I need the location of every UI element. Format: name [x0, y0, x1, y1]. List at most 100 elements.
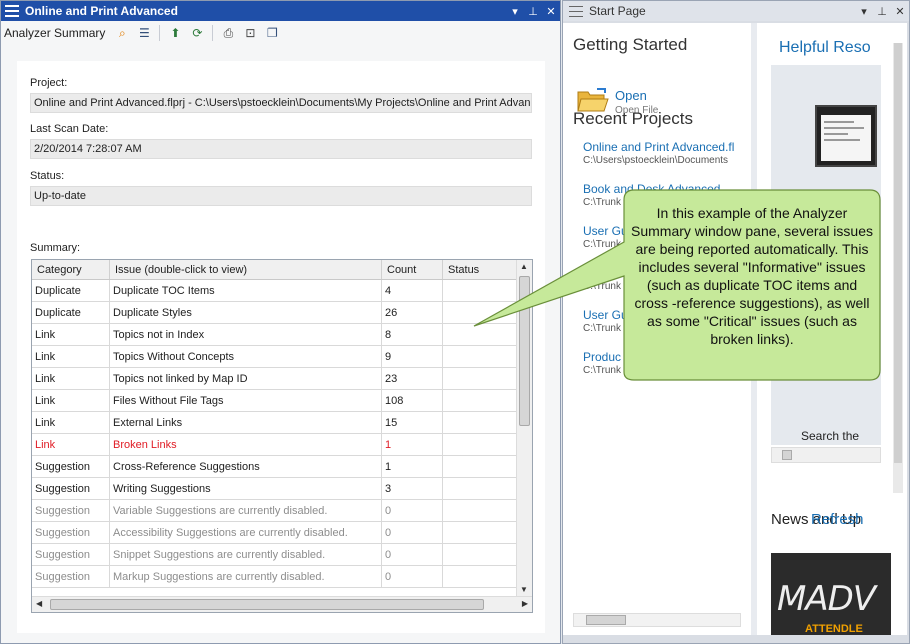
- scroll-left-icon[interactable]: ◀: [36, 599, 42, 608]
- dropdown-icon[interactable]: ▾: [855, 5, 873, 18]
- cell-issue: Topics not linked by Map ID: [110, 368, 382, 389]
- close-icon[interactable]: ✕: [542, 5, 560, 18]
- dropdown-icon[interactable]: ▾: [506, 5, 524, 18]
- cell-status: [443, 478, 517, 499]
- table-row[interactable]: Duplicate Duplicate TOC Items 4: [32, 280, 532, 302]
- cell-category: Link: [32, 324, 110, 345]
- column-header-category[interactable]: Category: [32, 260, 110, 279]
- table-row[interactable]: Suggestion Markup Suggestions are current…: [32, 566, 532, 588]
- scroll-thumb[interactable]: [50, 599, 484, 610]
- table-row[interactable]: Suggestion Accessibility Suggestions are …: [32, 522, 532, 544]
- analyzer-titlebar[interactable]: Online and Print Advanced ▾ ⊥ ✕: [1, 1, 560, 21]
- cell-issue: Variable Suggestions are currently disab…: [110, 500, 382, 521]
- cell-count: 9: [382, 346, 443, 367]
- search-icon[interactable]: ⌕: [113, 24, 131, 42]
- grid-horizontal-scrollbar[interactable]: ◀ ▶: [32, 596, 532, 612]
- project-field[interactable]: Online and Print Advanced.flprj - C:\Use…: [30, 93, 532, 113]
- table-row[interactable]: Suggestion Cross-Reference Suggestions 1: [32, 456, 532, 478]
- table-row[interactable]: Link Broken Links 1: [32, 434, 532, 456]
- project-label: Project:: [30, 77, 68, 89]
- pane-menu-icon[interactable]: [569, 5, 583, 17]
- cell-status: [443, 390, 517, 411]
- cell-category: Suggestion: [32, 456, 110, 477]
- table-row[interactable]: Link Topics Without Concepts 9: [32, 346, 532, 368]
- cell-issue: Writing Suggestions: [110, 478, 382, 499]
- column-header-issue[interactable]: Issue (double-click to view): [110, 260, 382, 279]
- news-image-title: MADV: [777, 579, 876, 619]
- cell-category: Duplicate: [32, 280, 110, 301]
- table-row[interactable]: Link Files Without File Tags 108: [32, 390, 532, 412]
- cell-issue: External Links: [110, 412, 382, 433]
- cell-category: Link: [32, 346, 110, 367]
- pin-icon[interactable]: ⊥: [524, 5, 542, 18]
- search-the-text: Search the: [801, 429, 860, 443]
- cell-category: Suggestion: [32, 478, 110, 499]
- table-row[interactable]: Suggestion Snippet Suggestions are curren…: [32, 544, 532, 566]
- cell-count: 23: [382, 368, 443, 389]
- cell-category: Suggestion: [32, 566, 110, 587]
- window-icon[interactable]: ❐: [263, 24, 281, 42]
- column-header-count[interactable]: Count: [382, 260, 443, 279]
- table-row[interactable]: Suggestion Variable Suggestions are curre…: [32, 500, 532, 522]
- cell-count: 1: [382, 434, 443, 455]
- scroll-thumb[interactable]: [782, 450, 792, 460]
- pane-menu-icon[interactable]: [5, 5, 19, 17]
- status-label: Status:: [30, 170, 65, 182]
- print-icon[interactable]: ⎙: [219, 24, 237, 42]
- recent-project-item[interactable]: Online and Print Advanced.fl C:\Users\pst…: [583, 140, 745, 166]
- toolbar-separator: [159, 25, 161, 41]
- last-scan-label: Last Scan Date:: [30, 123, 109, 135]
- open-link[interactable]: Open: [615, 88, 647, 103]
- cell-count: 8: [382, 324, 443, 345]
- status-field[interactable]: Up-to-date: [30, 186, 532, 206]
- export-icon[interactable]: ⬆: [166, 24, 184, 42]
- analyzer-title: Online and Print Advanced: [25, 4, 178, 18]
- start-page-horizontal-scrollbar[interactable]: [573, 613, 741, 627]
- table-row[interactable]: Link External Links 15: [32, 412, 532, 434]
- close-icon[interactable]: ✕: [891, 5, 909, 18]
- table-row[interactable]: Link Topics not linked by Map ID 23: [32, 368, 532, 390]
- scroll-thumb[interactable]: [894, 43, 902, 463]
- cell-category: Suggestion: [32, 500, 110, 521]
- cell-count: 108: [382, 390, 443, 411]
- getting-started-heading: Getting Started: [573, 35, 688, 54]
- print-preview-icon[interactable]: ⊡: [241, 24, 259, 42]
- table-row[interactable]: Duplicate Duplicate Styles 26: [32, 302, 532, 324]
- start-page-titlebar[interactable]: Start Page ▾ ⊥ ✕: [563, 1, 909, 21]
- recent-project-name[interactable]: Online and Print Advanced.fl: [583, 140, 745, 154]
- refresh-icon[interactable]: ⟳: [188, 24, 206, 42]
- cell-issue: Markup Suggestions are currently disable…: [110, 566, 382, 587]
- scroll-thumb[interactable]: [586, 615, 626, 625]
- refresh-link[interactable]: Refresh: [811, 511, 864, 528]
- cell-status: [443, 412, 517, 433]
- start-page-vertical-scrollbar[interactable]: [893, 43, 903, 493]
- last-scan-field[interactable]: 2/20/2014 7:28:07 AM: [30, 139, 532, 159]
- scroll-right-icon[interactable]: ▶: [522, 599, 528, 608]
- cell-category: Link: [32, 434, 110, 455]
- table-row[interactable]: Suggestion Writing Suggestions 3: [32, 478, 532, 500]
- summary-panel: Project: Online and Print Advanced.flprj…: [17, 61, 545, 633]
- cell-count: 1: [382, 456, 443, 477]
- grid-body: Duplicate Duplicate TOC Items 4 Duplicate Du…: [32, 280, 532, 588]
- summary-grid: Category Issue (double-click to view) Co…: [31, 259, 533, 613]
- grid-header: Category Issue (double-click to view) Co…: [32, 260, 532, 280]
- cell-issue: Duplicate Styles: [110, 302, 382, 323]
- cell-status: [443, 500, 517, 521]
- table-row[interactable]: Link Topics not in Index 8: [32, 324, 532, 346]
- pin-icon[interactable]: ⊥: [873, 5, 891, 18]
- callout-text: In this example of the Analyzer Summary …: [631, 205, 873, 347]
- start-page-title: Start Page: [589, 4, 646, 18]
- cell-category: Duplicate: [32, 302, 110, 323]
- helpful-resources-heading[interactable]: Helpful Reso: [779, 39, 871, 57]
- promo-scrollbar[interactable]: [771, 447, 881, 463]
- cell-status: [443, 544, 517, 565]
- news-image[interactable]: MADV ATTENDLE: [771, 553, 891, 635]
- cell-count: 4: [382, 280, 443, 301]
- recent-project-path: C:\Users\pstoecklein\Documents: [583, 155, 729, 166]
- scroll-down-icon[interactable]: ▼: [520, 585, 528, 594]
- cell-category: Link: [32, 368, 110, 389]
- cell-issue: Accessibility Suggestions are currently …: [110, 522, 382, 543]
- cell-count: 0: [382, 566, 443, 587]
- news-heading: News and Up Refresh: [771, 511, 864, 528]
- list-icon[interactable]: ☰: [135, 24, 153, 42]
